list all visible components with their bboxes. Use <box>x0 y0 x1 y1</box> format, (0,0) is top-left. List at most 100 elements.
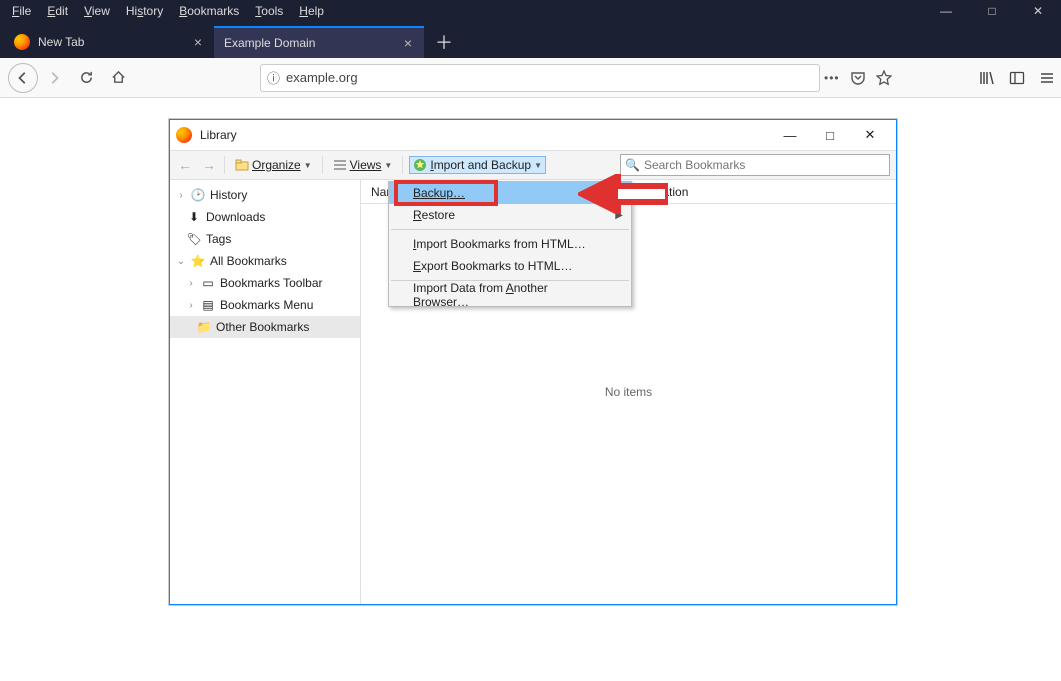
download-icon: ⬇ <box>186 210 202 224</box>
url-bar[interactable]: ⓘ <box>260 64 820 92</box>
close-icon[interactable]: × <box>192 34 204 50</box>
menu-tools[interactable]: Tools <box>247 2 291 20</box>
organize-button[interactable]: Organize▼ <box>231 156 316 174</box>
tab-new-tab[interactable]: New Tab × <box>4 26 214 58</box>
library-close[interactable]: ✕ <box>850 127 890 143</box>
tree-history[interactable]: › 🕑 History <box>170 184 360 206</box>
separator <box>322 156 323 174</box>
separator <box>402 156 403 174</box>
separator <box>224 156 225 174</box>
views-label: Views <box>350 158 382 172</box>
menu-view[interactable]: View <box>76 2 118 20</box>
folder-icon: 📁 <box>196 320 212 334</box>
menu-restore[interactable]: Restore▶ <box>389 204 631 226</box>
tree-label: History <box>210 188 247 202</box>
import-backup-menu: Backup… Restore▶ Import Bookmarks from H… <box>388 181 632 307</box>
tab-strip: New Tab × Example Domain × ＋ <box>0 22 1061 58</box>
window-close[interactable]: ✕ <box>1015 4 1061 18</box>
tab-label: New Tab <box>38 35 84 49</box>
tree-label: Other Bookmarks <box>216 320 309 334</box>
submenu-arrow-icon: ▶ <box>615 210 623 221</box>
menu-edit[interactable]: Edit <box>39 2 76 20</box>
url-right-controls: ••• <box>824 70 892 86</box>
tree-label: Bookmarks Menu <box>220 298 313 312</box>
menu-icon[interactable] <box>1039 70 1055 86</box>
home-icon <box>111 70 126 85</box>
sidebar-icon[interactable] <box>1009 70 1025 86</box>
menu-history[interactable]: History <box>118 2 171 20</box>
library-search[interactable]: 🔍 <box>620 154 890 176</box>
tree-bookmarks-menu[interactable]: › ▤ Bookmarks Menu <box>170 294 360 316</box>
navigation-toolbar: ⓘ ••• <box>0 58 1061 98</box>
menu-folder-icon: ▤ <box>200 298 216 312</box>
empty-state: No items <box>605 385 652 399</box>
menu-import-html[interactable]: Import Bookmarks from HTML… <box>389 233 631 255</box>
search-icon: 🔍 <box>625 158 640 172</box>
library-title: Library <box>200 128 770 142</box>
window-minimize[interactable]: — <box>923 4 969 18</box>
tag-icon: 🏷 <box>186 232 202 246</box>
library-forward-button[interactable]: → <box>200 157 218 173</box>
tab-example-domain[interactable]: Example Domain × <box>214 26 424 58</box>
tree-label: Downloads <box>206 210 265 224</box>
reload-icon <box>79 70 94 85</box>
library-minimize[interactable]: — <box>770 128 810 143</box>
library-maximize[interactable]: □ <box>810 128 850 143</box>
firefox-icon <box>176 127 192 143</box>
expand-icon[interactable]: › <box>186 278 196 289</box>
browser-menubar: File Edit View History Bookmarks Tools H… <box>0 0 1061 22</box>
menu-bookmarks[interactable]: Bookmarks <box>171 2 247 20</box>
tree-bookmarks-toolbar[interactable]: › ▭ Bookmarks Toolbar <box>170 272 360 294</box>
menu-help[interactable]: Help <box>291 2 332 20</box>
close-icon[interactable]: × <box>402 35 414 51</box>
tree-all-bookmarks[interactable]: ⌄ ⭐ All Bookmarks <box>170 250 360 272</box>
library-window: Library — □ ✕ ← → Organize▼ Views▼ Impor… <box>169 119 897 605</box>
views-icon <box>333 158 347 172</box>
organize-label: Organize <box>252 158 301 172</box>
toolbar-icon: ▭ <box>200 276 216 290</box>
clock-icon: 🕑 <box>190 188 206 202</box>
tree-downloads[interactable]: ⬇ Downloads <box>170 206 360 228</box>
expand-icon[interactable]: › <box>186 300 196 311</box>
page-actions-icon[interactable]: ••• <box>824 71 840 85</box>
menu-file[interactable]: File <box>4 2 39 20</box>
menu-divider <box>391 229 629 230</box>
library-search-input[interactable] <box>644 158 885 172</box>
organize-icon <box>235 158 249 172</box>
menu-backup[interactable]: Backup… <box>389 182 631 204</box>
star-icon <box>413 158 427 172</box>
url-input[interactable] <box>286 70 813 85</box>
tree-tags[interactable]: 🏷 Tags <box>170 228 360 250</box>
home-button[interactable] <box>102 62 134 94</box>
library-tree: › 🕑 History ⬇ Downloads 🏷 Tags ⌄ ⭐ All B… <box>170 180 361 604</box>
bookmark-star-icon[interactable] <box>876 70 892 86</box>
new-tab-button[interactable]: ＋ <box>428 26 460 58</box>
window-maximize[interactable]: □ <box>969 4 1015 18</box>
tree-label: Bookmarks Toolbar <box>220 276 323 290</box>
tree-label: All Bookmarks <box>210 254 287 268</box>
firefox-icon <box>14 34 30 50</box>
arrow-left-icon <box>16 71 30 85</box>
site-info-icon[interactable]: ⓘ <box>267 68 280 87</box>
library-toolbar: ← → Organize▼ Views▼ Import and Backup▼ … <box>170 150 896 180</box>
tab-label: Example Domain <box>224 36 315 50</box>
col-location[interactable]: Location <box>643 185 688 199</box>
library-icon[interactable] <box>979 70 995 86</box>
menu-import-other-browser[interactable]: Import Data from Another Browser… <box>389 284 631 306</box>
arrow-right-icon <box>47 71 61 85</box>
back-button[interactable] <box>8 63 38 93</box>
forward-button[interactable] <box>38 62 70 94</box>
bookmark-icon: ⭐ <box>190 254 206 268</box>
tree-other-bookmarks[interactable]: 📁 Other Bookmarks <box>170 316 360 338</box>
collapse-icon[interactable]: ⌄ <box>176 256 186 267</box>
expand-icon[interactable]: › <box>176 190 186 201</box>
views-button[interactable]: Views▼ <box>329 156 397 174</box>
import-backup-button[interactable]: Import and Backup▼ <box>409 156 546 174</box>
tree-label: Tags <box>206 232 231 246</box>
library-titlebar[interactable]: Library — □ ✕ <box>170 120 896 150</box>
window-controls: — □ ✕ <box>923 0 1061 22</box>
pocket-icon[interactable] <box>850 70 866 86</box>
library-back-button[interactable]: ← <box>176 157 194 173</box>
menu-export-html[interactable]: Export Bookmarks to HTML… <box>389 255 631 277</box>
reload-button[interactable] <box>70 62 102 94</box>
